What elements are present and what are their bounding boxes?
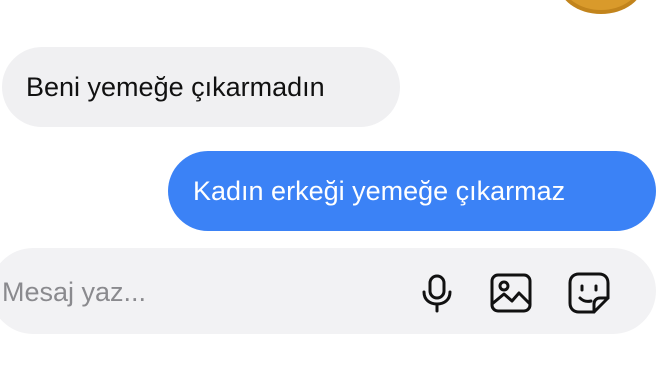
avatar — [558, 0, 644, 14]
message-bubble-outgoing: Kadın erkeği yemeğe çıkarmaz — [168, 151, 656, 231]
message-bubble-incoming: Beni yemeğe çıkarmadın — [2, 47, 400, 127]
message-text: Beni yemeğe çıkarmadın — [26, 71, 325, 102]
sticker-icon[interactable] — [566, 270, 612, 316]
image-gallery-icon[interactable] — [488, 270, 534, 316]
microphone-icon[interactable] — [414, 270, 460, 316]
message-input[interactable] — [2, 275, 382, 309]
message-text: Kadın erkeği yemeğe çıkarmaz — [193, 175, 566, 206]
message-composer — [0, 248, 656, 334]
